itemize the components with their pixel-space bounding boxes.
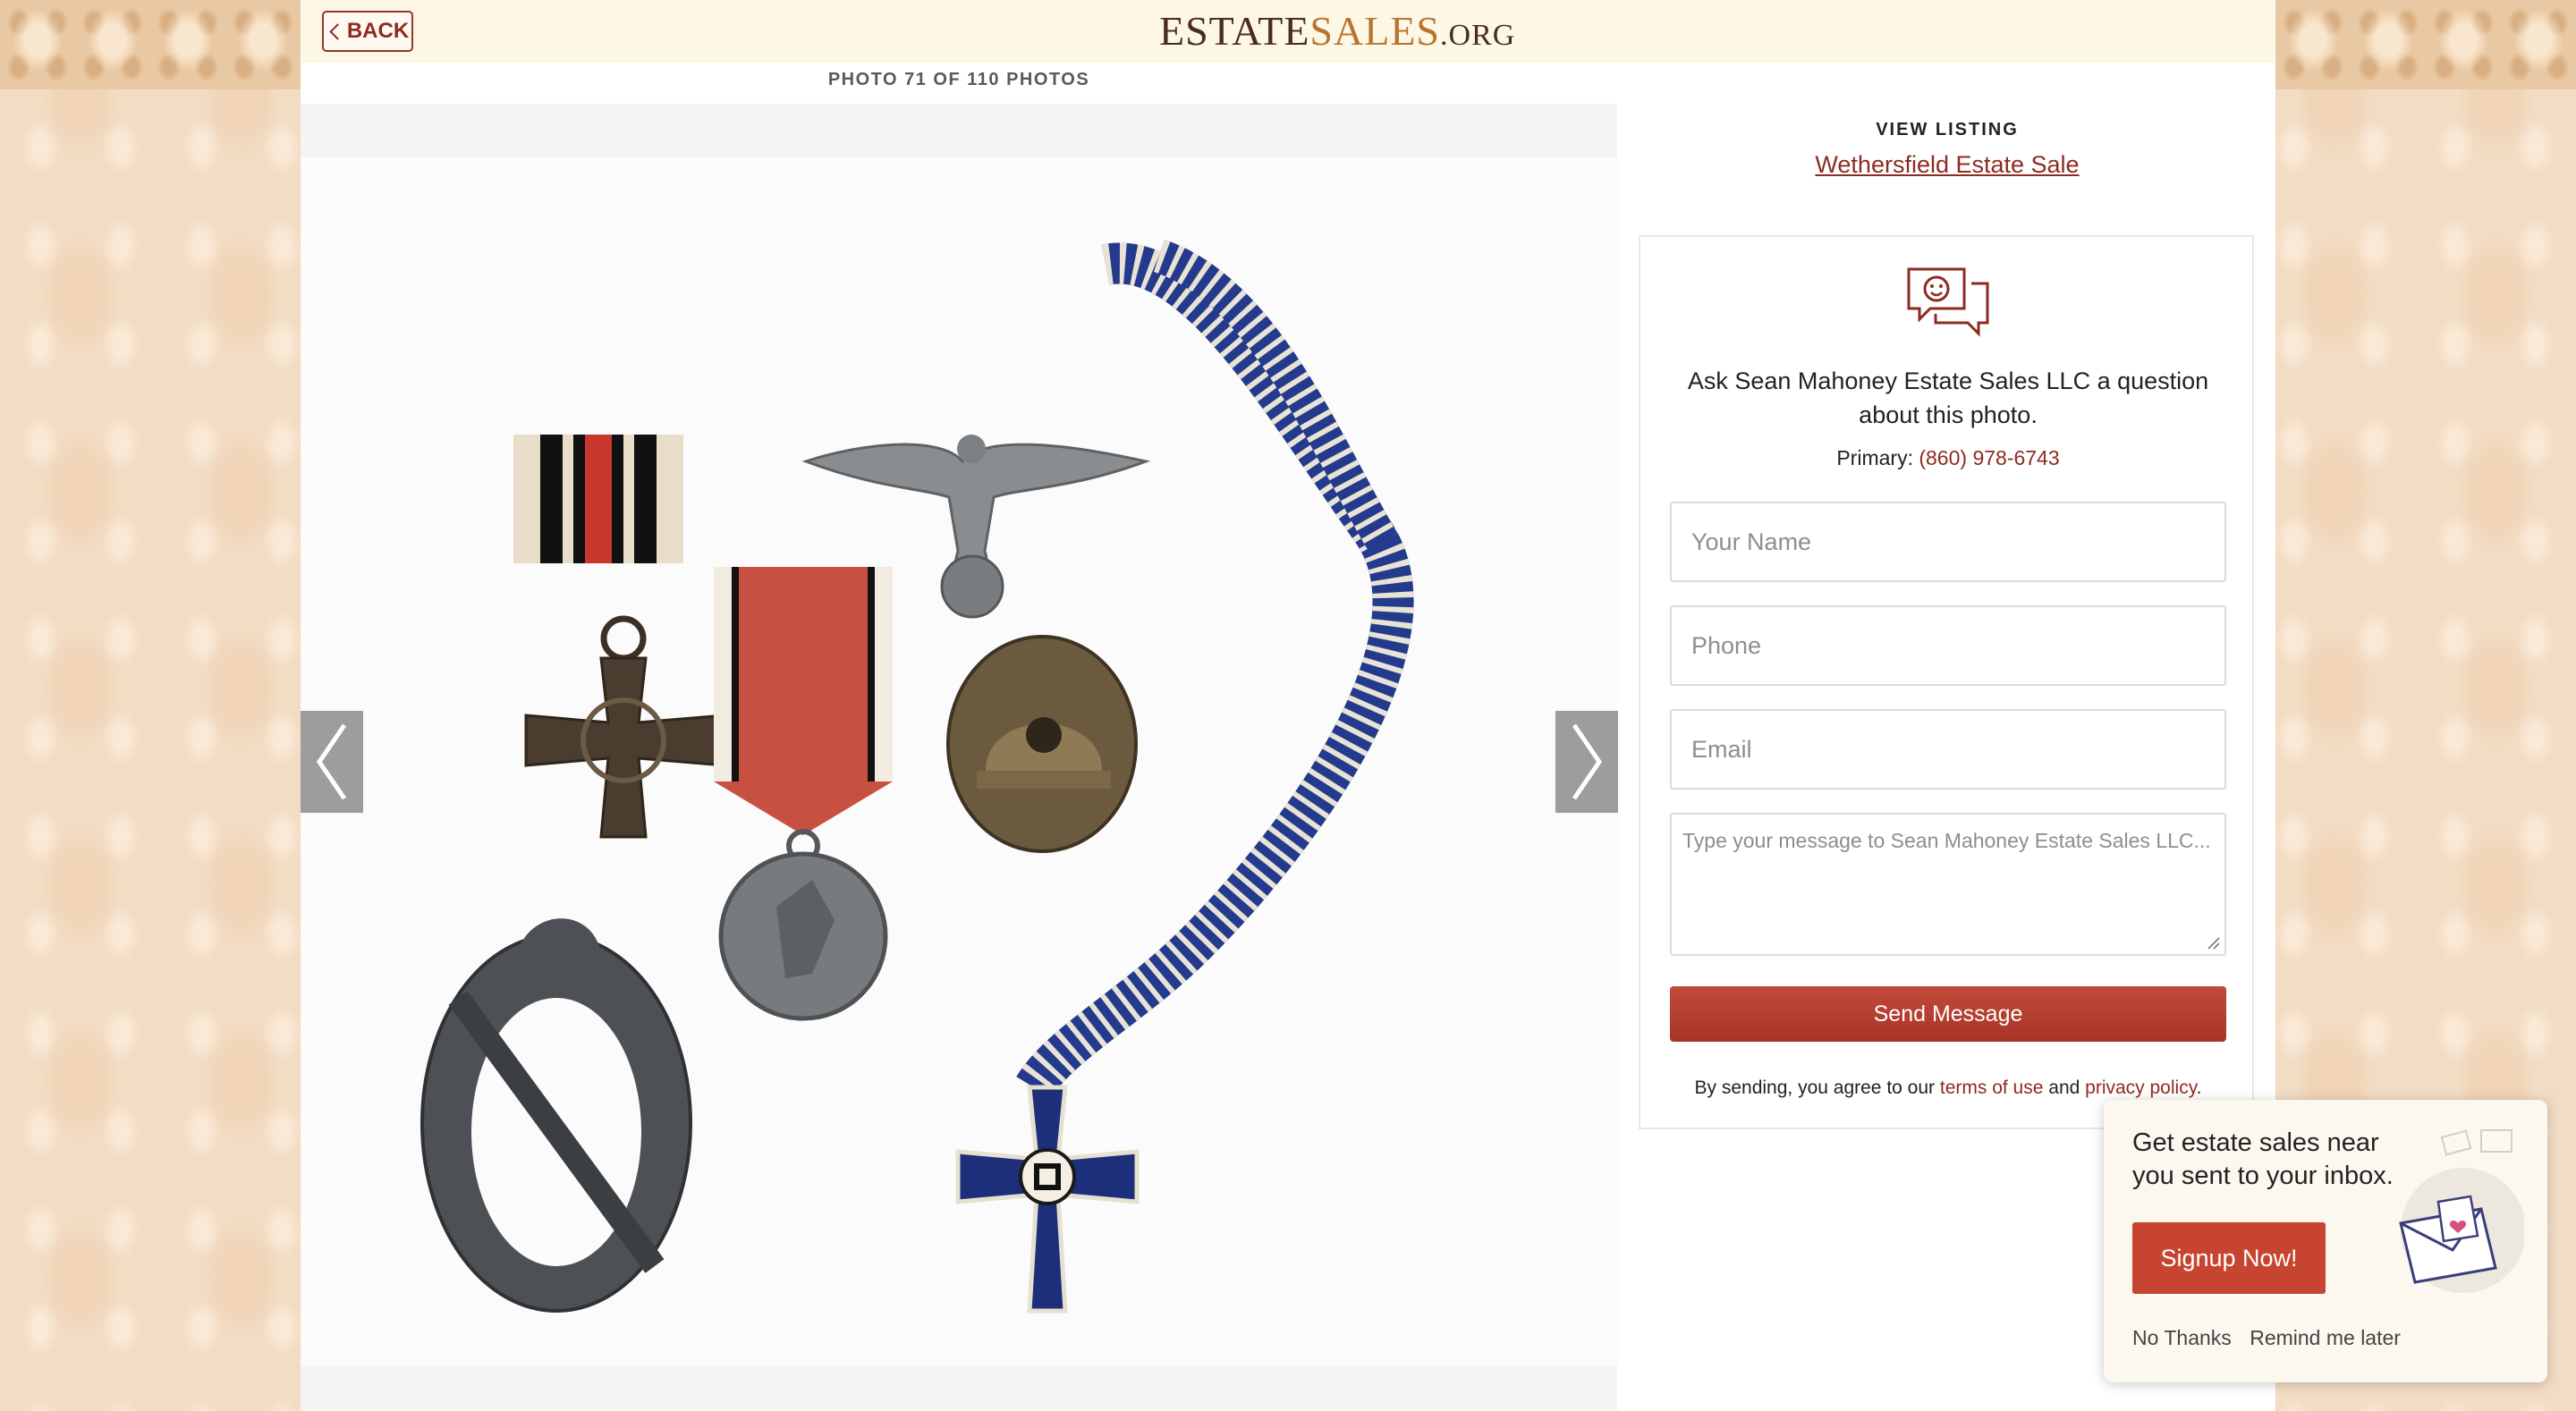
chat-bubbles-icon [1907,267,1989,337]
primary-phone-link[interactable]: (860) 978-6743 [1919,446,2059,469]
terms-of-use-link[interactable]: terms of use [1940,1077,2044,1098]
ask-question-text: Ask Sean Mahoney Estate Sales LLC a ques… [1687,368,2209,428]
agree-suffix: . [2196,1077,2202,1098]
site-logo[interactable]: ESTATE SALES .ORG [1159,7,1517,55]
logo-org: .ORG [1440,19,1516,52]
back-label: BACK [346,19,410,43]
damask-background-right [2275,0,2576,89]
photo-strip-top [301,104,1617,157]
agree-prefix: By sending, you agree to our [1694,1077,1936,1098]
privacy-policy-link[interactable]: privacy policy [2085,1077,2196,1098]
phone-input[interactable] [1670,605,2226,686]
signup-now-button[interactable]: Signup Now! [2132,1222,2326,1294]
contact-form-card: Ask Sean Mahoney Estate Sales LLC a ques… [1639,235,2254,1129]
envelope-icon [2399,1129,2524,1293]
next-photo-button[interactable] [1555,711,1618,813]
resize-grip-icon[interactable] [2207,936,2221,951]
logo-estate: ESTATE [1159,8,1310,54]
contact-sidebar: VIEW LISTING Wethersfield Estate Sale As… [1639,104,2256,1129]
listing-title-link[interactable]: Wethersfield Estate Sale [1639,151,2256,179]
newsletter-popup: Get estate sales near you sent to your i… [2104,1100,2547,1382]
main-photo [301,157,1617,1366]
medals-photo-illustration [301,157,1617,1366]
chevron-right-icon [1572,723,1603,800]
photo-strip-bottom [301,1366,1617,1411]
popup-links: No Thanks Remind me later [2132,1326,2413,1350]
previous-photo-button[interactable] [301,711,363,813]
site-header: BACK ESTATE SALES .ORG [301,0,2275,63]
back-button[interactable]: BACK [322,11,413,52]
primary-phone-line: Primary: (860) 978-6743 [1676,446,2220,470]
chevron-left-icon [329,22,346,40]
popup-message: Get estate sales near you sent to your i… [2132,1128,2394,1190]
primary-label: Primary: [1836,446,1913,469]
message-textarea[interactable] [1670,813,2226,956]
remind-me-later-link[interactable]: Remind me later [2250,1326,2401,1349]
logo-sales: SALES [1309,8,1441,54]
email-input[interactable] [1670,709,2226,790]
agree-and: and [2048,1077,2080,1098]
name-input[interactable] [1670,502,2226,582]
photo-page: BACK ESTATE SALES .ORG PHOTO 71 OF 110 PHO… [301,0,2275,1411]
photo-counter: PHOTO 71 OF 110 PHOTOS [827,70,1090,89]
view-listing-label: VIEW LISTING [1876,120,2019,139]
no-thanks-link[interactable]: No Thanks [2132,1326,2232,1349]
chevron-left-icon [316,723,347,800]
send-message-button[interactable]: Send Message [1670,986,2226,1042]
agreement-text: By sending, you agree to our terms of us… [1658,1077,2238,1099]
damask-background-left [0,0,301,89]
